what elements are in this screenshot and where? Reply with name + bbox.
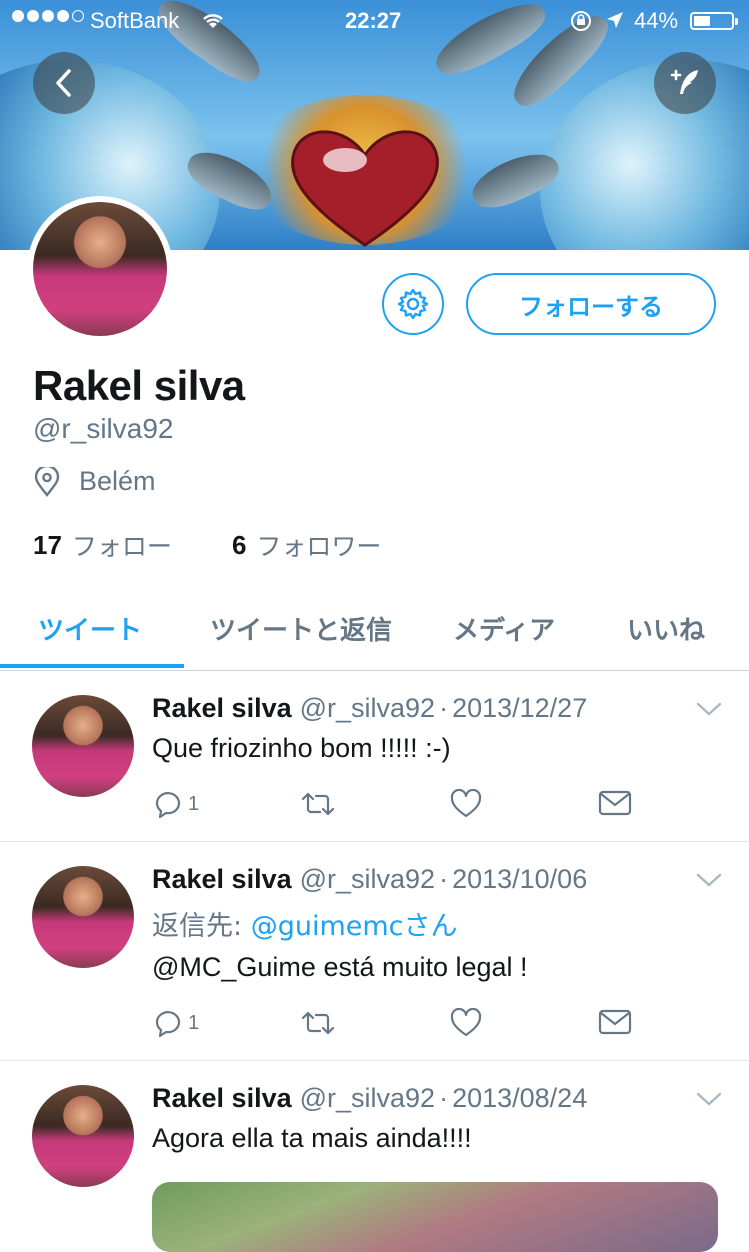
location-text: Belém	[79, 466, 156, 496]
tab-media[interactable]: メディア	[453, 610, 555, 647]
heart-icon	[450, 1008, 482, 1037]
tweet-author-handle: @r_silva92	[299, 1083, 436, 1113]
location-arrow-icon	[605, 10, 625, 36]
followers-count: 6	[231, 529, 247, 560]
tweet-date: 2013/08/24	[452, 1083, 588, 1113]
avatar-photo	[33, 202, 167, 336]
signal-strength-icon	[12, 10, 84, 22]
tweet-header: Rakel silva @r_silva92 · 2013/08/24	[152, 1083, 587, 1114]
heart-icon	[450, 789, 482, 818]
profile-name: Rakel silva	[33, 362, 245, 409]
envelope-icon	[598, 790, 632, 816]
tweet[interactable]: Rakel silva @r_silva92 · 2013/10/06 返信先: @g…	[0, 842, 749, 1061]
follow-counts: 17 フォロー 6 フォロワー	[33, 527, 381, 563]
banner-wave-right	[540, 60, 749, 250]
tweet-date-separator: ·	[439, 1083, 449, 1113]
followers-link[interactable]: 6 フォロワー	[232, 527, 381, 563]
compose-tweet-button[interactable]	[654, 52, 716, 114]
reply-count: 1	[188, 1011, 200, 1034]
envelope-icon	[598, 1009, 632, 1035]
profile-handle: @r_silva92	[33, 413, 174, 444]
tweet-date-separator: ·	[439, 864, 449, 894]
tweet-menu-chevron-icon[interactable]	[696, 701, 722, 722]
avatar-photo	[32, 866, 134, 968]
retweet-icon	[301, 792, 335, 816]
profile-avatar[interactable]	[27, 196, 173, 342]
direct-message-button[interactable]	[598, 1008, 632, 1036]
following-link[interactable]: 17 フォロー	[33, 527, 172, 563]
follow-button[interactable]: フォローする	[466, 273, 716, 335]
tweet-menu-chevron-icon[interactable]	[696, 872, 722, 893]
profile-tabs: ツイート ツイートと返信 メディア いいね	[0, 588, 749, 671]
tweet-date-separator: ·	[439, 693, 449, 723]
tweet-author-handle: @r_silva92	[299, 693, 436, 723]
tweet-avatar[interactable]	[32, 866, 134, 968]
reply-to-mention[interactable]: @guimemcさん	[251, 911, 458, 942]
reply-count: 1	[188, 792, 200, 815]
tab-tweets-and-replies[interactable]: ツイートと返信	[210, 610, 392, 647]
tweet-actions: 1	[152, 1008, 642, 1042]
tweet-header: Rakel silva @r_silva92 · 2013/12/27	[152, 693, 587, 724]
banner-heart	[285, 120, 445, 250]
profile-location: Belém	[33, 466, 156, 497]
battery-icon	[690, 12, 738, 30]
retweet-button[interactable]	[300, 1008, 336, 1038]
location-pin-icon	[34, 466, 60, 497]
tweet-media-image[interactable]	[152, 1182, 718, 1252]
tweet-author-handle: @r_silva92	[299, 864, 436, 894]
tweet-avatar[interactable]	[32, 695, 134, 797]
gear-icon	[397, 288, 429, 320]
retweet-button[interactable]	[300, 789, 336, 819]
avatar-photo	[32, 1085, 134, 1187]
clock: 22:27	[345, 8, 402, 33]
battery-percent: 44%	[634, 8, 679, 33]
tweet-date: 2013/10/06	[452, 864, 588, 894]
reply-button[interactable]: 1	[152, 1008, 199, 1038]
reply-icon	[155, 792, 181, 819]
followers-label: フォロワー	[256, 532, 382, 561]
reply-prefix: 返信先:	[152, 911, 251, 942]
rotation-lock-icon	[570, 10, 592, 38]
reply-icon	[155, 1011, 181, 1038]
tweet-text: Que friozinho bom !!!!! :-)	[152, 733, 451, 763]
following-label: フォロー	[71, 532, 172, 561]
tweet-avatar[interactable]	[32, 1085, 134, 1187]
tab-likes[interactable]: いいね	[627, 610, 705, 647]
avatar-photo	[32, 695, 134, 797]
like-button[interactable]	[450, 1008, 482, 1038]
tweet-author-name: Rakel silva	[152, 693, 292, 723]
reply-context: 返信先: @guimemcさん	[152, 904, 458, 943]
chevron-left-icon	[56, 69, 71, 97]
tweet-text: Agora ella ta mais ainda!!!!	[152, 1123, 472, 1153]
back-button[interactable]	[33, 52, 95, 114]
direct-message-button[interactable]	[598, 789, 632, 817]
reply-button[interactable]: 1	[152, 789, 199, 819]
tweet-author-name: Rakel silva	[152, 1083, 292, 1113]
status-bar: SoftBank 22:27 44%	[0, 0, 749, 40]
active-tab-indicator	[0, 664, 184, 668]
tweet-actions: 1	[152, 789, 642, 823]
like-button[interactable]	[450, 789, 482, 819]
retweet-icon	[301, 1011, 335, 1035]
tweet[interactable]: Rakel silva @r_silva92 · 2013/12/27 Que fri…	[0, 671, 749, 842]
profile-settings-button[interactable]	[382, 273, 444, 335]
tweet-author-name: Rakel silva	[152, 864, 292, 894]
carrier-name: SoftBank	[90, 8, 180, 33]
following-count: 17	[33, 529, 62, 560]
tweet-header: Rakel silva @r_silva92 · 2013/10/06	[152, 864, 587, 895]
tab-tweets[interactable]: ツイート	[38, 610, 142, 647]
compose-quill-icon	[670, 69, 698, 94]
tweet-text: @MC_Guime está muito legal !	[152, 952, 528, 982]
wifi-icon	[200, 10, 226, 36]
tweet-date: 2013/12/27	[452, 693, 588, 723]
tweet-menu-chevron-icon[interactable]	[696, 1091, 722, 1112]
